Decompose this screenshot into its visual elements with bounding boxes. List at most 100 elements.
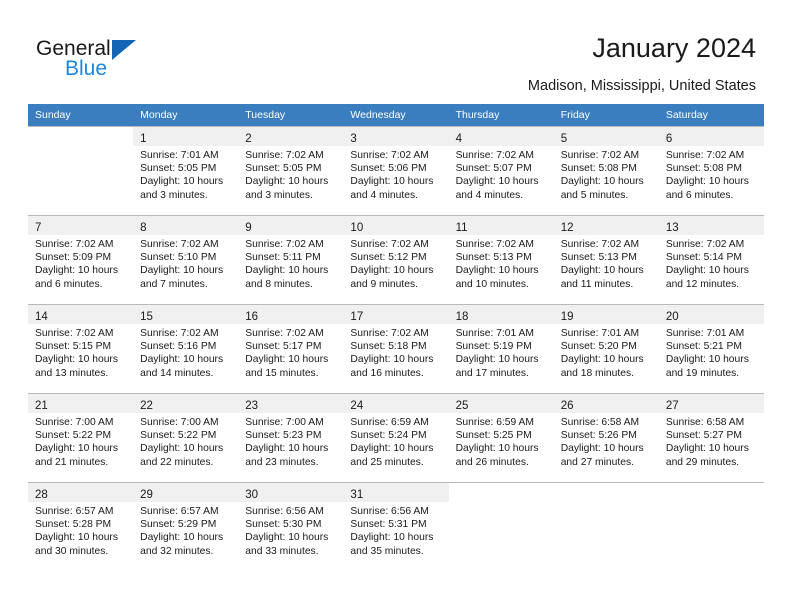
day-details: Sunrise: 7:02 AM Sunset: 5:10 PM Daylight:… (133, 235, 238, 291)
calendar-day-30[interactable]: 30 Sunrise: 6:56 AM Sunset: 5:30 PM Dayligh… (238, 482, 344, 571)
calendar-day-4[interactable]: 4 Sunrise: 7:02 AM Sunset: 5:07 PM Daylight… (448, 126, 554, 215)
daylight-text-line2: and 3 minutes. (140, 189, 208, 201)
sunrise-text: Sunrise: 7:02 AM (455, 150, 534, 161)
sunrise-text: Sunrise: 7:02 AM (245, 239, 324, 250)
daylight-text-line2: and 11 minutes. (560, 278, 634, 290)
daylight-text-line1: Daylight: 10 hours (35, 443, 118, 455)
calendar-day-24[interactable]: 24 Sunrise: 6:59 AM Sunset: 5:24 PM Dayligh… (343, 393, 449, 482)
daylight-text-line2: and 7 minutes. (140, 278, 208, 290)
calendar-day-27[interactable]: 27 Sunrise: 6:58 AM Sunset: 5:27 PM Dayligh… (658, 393, 764, 482)
calendar-day-21[interactable]: 21 Sunrise: 7:00 AM Sunset: 5:22 PM Dayligh… (28, 393, 134, 482)
day-details: Sunrise: 7:02 AM Sunset: 5:08 PM Daylight:… (554, 146, 659, 202)
general-blue-logo[interactable]: General Blue (36, 37, 166, 85)
day-number: 20 (665, 311, 679, 323)
day-number: 3 (350, 133, 357, 145)
day-number-bar: 24 (343, 394, 449, 413)
calendar-day-31[interactable]: 31 Sunrise: 6:56 AM Sunset: 5:31 PM Dayligh… (343, 482, 449, 571)
calendar-day-12[interactable]: 12 Sunrise: 7:02 AM Sunset: 5:13 PM Dayligh… (553, 215, 659, 304)
day-details (659, 502, 764, 505)
day-number: 27 (665, 400, 679, 412)
day-details: Sunrise: 6:57 AM Sunset: 5:29 PM Daylight:… (133, 502, 238, 558)
daylight-text-line1: Daylight: 10 hours (140, 265, 224, 277)
calendar-day-9[interactable]: 9 Sunrise: 7:02 AM Sunset: 5:11 PM Daylight… (238, 215, 344, 304)
calendar-day-1[interactable]: 1 Sunrise: 7:01 AM Sunset: 5:05 PM Daylight… (133, 126, 239, 215)
daylight-text-line1: Daylight: 10 hours (140, 354, 224, 366)
daylight-text-line2: and 5 minutes. (560, 189, 629, 201)
calendar-day-19[interactable]: 19 Sunrise: 7:01 AM Sunset: 5:20 PM Dayligh… (553, 304, 659, 393)
calendar-day-5[interactable]: 5 Sunrise: 7:02 AM Sunset: 5:08 PM Daylight… (553, 126, 659, 215)
day-details (449, 502, 554, 505)
calendar-day-10[interactable]: 10 Sunrise: 7:02 AM Sunset: 5:12 PM Dayligh… (343, 215, 449, 304)
calendar-day-17[interactable]: 17 Sunrise: 7:02 AM Sunset: 5:18 PM Dayligh… (343, 304, 449, 393)
calendar-day-28[interactable]: 28 Sunrise: 6:57 AM Sunset: 5:28 PM Dayligh… (28, 482, 134, 571)
calendar-day-7[interactable]: 7 Sunrise: 7:02 AM Sunset: 5:09 PM Daylight… (28, 215, 134, 304)
daylight-text-line1: Daylight: 10 hours (455, 265, 539, 277)
day-details: Sunrise: 7:02 AM Sunset: 5:13 PM Daylight:… (554, 235, 659, 291)
daylight-text-line2: and 18 minutes. (560, 367, 634, 379)
calendar-day-23[interactable]: 23 Sunrise: 7:00 AM Sunset: 5:23 PM Dayligh… (238, 393, 344, 482)
calendar-week-row: 7 Sunrise: 7:02 AM Sunset: 5:09 PM Daylight… (28, 215, 764, 304)
daylight-text-line2: and 35 minutes. (350, 545, 424, 557)
sunrise-text: Sunrise: 7:00 AM (140, 417, 219, 428)
calendar-day-25[interactable]: 25 Sunrise: 6:59 AM Sunset: 5:25 PM Dayligh… (448, 393, 554, 482)
calendar-day-15[interactable]: 15 Sunrise: 7:02 AM Sunset: 5:16 PM Dayligh… (133, 304, 239, 393)
day-details: Sunrise: 7:02 AM Sunset: 5:11 PM Daylight:… (238, 235, 343, 291)
weekday-header-sunday: Sunday (28, 104, 134, 126)
day-details (28, 146, 133, 149)
daylight-text-line2: and 14 minutes. (140, 367, 214, 379)
calendar-day-22[interactable]: 22 Sunrise: 7:00 AM Sunset: 5:22 PM Dayligh… (133, 393, 239, 482)
daylight-text-line2: and 6 minutes. (35, 278, 103, 290)
sunset-text: Sunset: 5:23 PM (245, 430, 322, 442)
weekday-header-friday: Friday (553, 104, 659, 126)
daylight-text-line1: Daylight: 10 hours (560, 265, 644, 277)
daylight-text-line2: and 22 minutes. (140, 456, 214, 468)
day-number-bar: 29 (133, 483, 239, 502)
day-number-bar: 10 (343, 216, 449, 235)
day-number: 25 (455, 400, 469, 412)
sunrise-text: Sunrise: 7:02 AM (665, 239, 745, 250)
calendar-day-29[interactable]: 29 Sunrise: 6:57 AM Sunset: 5:29 PM Dayligh… (133, 482, 239, 571)
day-details: Sunrise: 7:01 AM Sunset: 5:21 PM Daylight:… (659, 324, 764, 380)
day-number: 4 (455, 133, 462, 145)
calendar-day-13[interactable]: 13 Sunrise: 7:02 AM Sunset: 5:14 PM Dayligh… (658, 215, 764, 304)
calendar-week-row: 21 Sunrise: 7:00 AM Sunset: 5:22 PM Dayligh… (28, 393, 764, 482)
daylight-text-line2: and 33 minutes. (245, 545, 319, 557)
calendar-day-3[interactable]: 3 Sunrise: 7:02 AM Sunset: 5:06 PM Daylight… (343, 126, 449, 215)
calendar-cell (28, 126, 134, 215)
sunset-text: Sunset: 5:14 PM (665, 252, 742, 264)
calendar-day-20[interactable]: 20 Sunrise: 7:01 AM Sunset: 5:21 PM Dayligh… (658, 304, 764, 393)
calendar-day-8[interactable]: 8 Sunrise: 7:02 AM Sunset: 5:10 PM Daylight… (133, 215, 239, 304)
daylight-text-line1: Daylight: 10 hours (455, 176, 539, 188)
day-number: 28 (35, 489, 48, 501)
calendar-day-14[interactable]: 14 Sunrise: 7:02 AM Sunset: 5:15 PM Dayligh… (28, 304, 134, 393)
calendar-day-16[interactable]: 16 Sunrise: 7:02 AM Sunset: 5:17 PM Dayligh… (238, 304, 344, 393)
day-details: Sunrise: 7:02 AM Sunset: 5:13 PM Daylight:… (449, 235, 554, 291)
sunrise-text: Sunrise: 7:02 AM (245, 150, 324, 161)
calendar-cell: 24 Sunrise: 6:59 AM Sunset: 5:24 PM Dayligh… (343, 393, 449, 482)
sunset-text: Sunset: 5:22 PM (35, 430, 112, 442)
calendar-cell: 12 Sunrise: 7:02 AM Sunset: 5:13 PM Dayligh… (553, 215, 659, 304)
sunset-text: Sunset: 5:05 PM (245, 163, 322, 175)
page-subtitle-location: Madison, Mississippi, United States (527, 78, 756, 94)
sunrise-text: Sunrise: 7:02 AM (455, 239, 534, 250)
calendar-cell: 9 Sunrise: 7:02 AM Sunset: 5:11 PM Daylight… (238, 215, 344, 304)
daylight-text-line2: and 8 minutes. (245, 278, 313, 290)
calendar-cell: 13 Sunrise: 7:02 AM Sunset: 5:14 PM Dayligh… (658, 215, 764, 304)
day-details: Sunrise: 6:56 AM Sunset: 5:30 PM Daylight:… (238, 502, 343, 558)
calendar-day-18[interactable]: 18 Sunrise: 7:01 AM Sunset: 5:19 PM Dayligh… (448, 304, 554, 393)
calendar-cell: 7 Sunrise: 7:02 AM Sunset: 5:09 PM Daylight… (28, 215, 134, 304)
day-number: 21 (35, 400, 48, 412)
day-details: Sunrise: 7:02 AM Sunset: 5:08 PM Daylight:… (659, 146, 764, 202)
calendar-day-2[interactable]: 2 Sunrise: 7:02 AM Sunset: 5:05 PM Daylight… (238, 126, 344, 215)
weekday-header-thursday: Thursday (448, 104, 554, 126)
weekday-header-wednesday: Wednesday (343, 104, 449, 126)
logo-triangle-icon (112, 40, 136, 60)
day-details: Sunrise: 7:02 AM Sunset: 5:09 PM Daylight:… (28, 235, 133, 291)
calendar-day-11[interactable]: 11 Sunrise: 7:02 AM Sunset: 5:13 PM Dayligh… (448, 215, 554, 304)
day-number: 29 (140, 489, 153, 501)
sunset-text: Sunset: 5:08 PM (665, 163, 742, 175)
calendar-day-26[interactable]: 26 Sunrise: 6:58 AM Sunset: 5:26 PM Dayligh… (553, 393, 659, 482)
daylight-text-line2: and 19 minutes. (665, 367, 740, 379)
sunset-text: Sunset: 5:20 PM (560, 341, 637, 353)
calendar-day-6[interactable]: 6 Sunrise: 7:02 AM Sunset: 5:08 PM Daylight… (658, 126, 764, 215)
